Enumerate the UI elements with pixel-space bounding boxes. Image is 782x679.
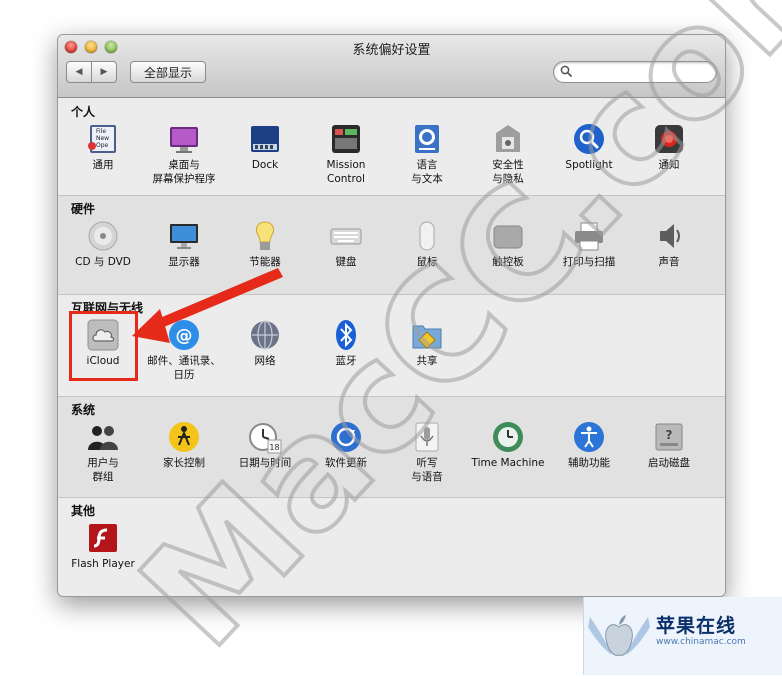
logo-url: www.chinamac.com <box>656 637 746 647</box>
apple-wings-logo-icon <box>588 615 650 656</box>
site-logo: 苹果在线 www.chinamac.com <box>583 597 782 675</box>
pointer-arrow <box>132 268 283 343</box>
logo-name: 苹果在线 <box>656 615 737 637</box>
